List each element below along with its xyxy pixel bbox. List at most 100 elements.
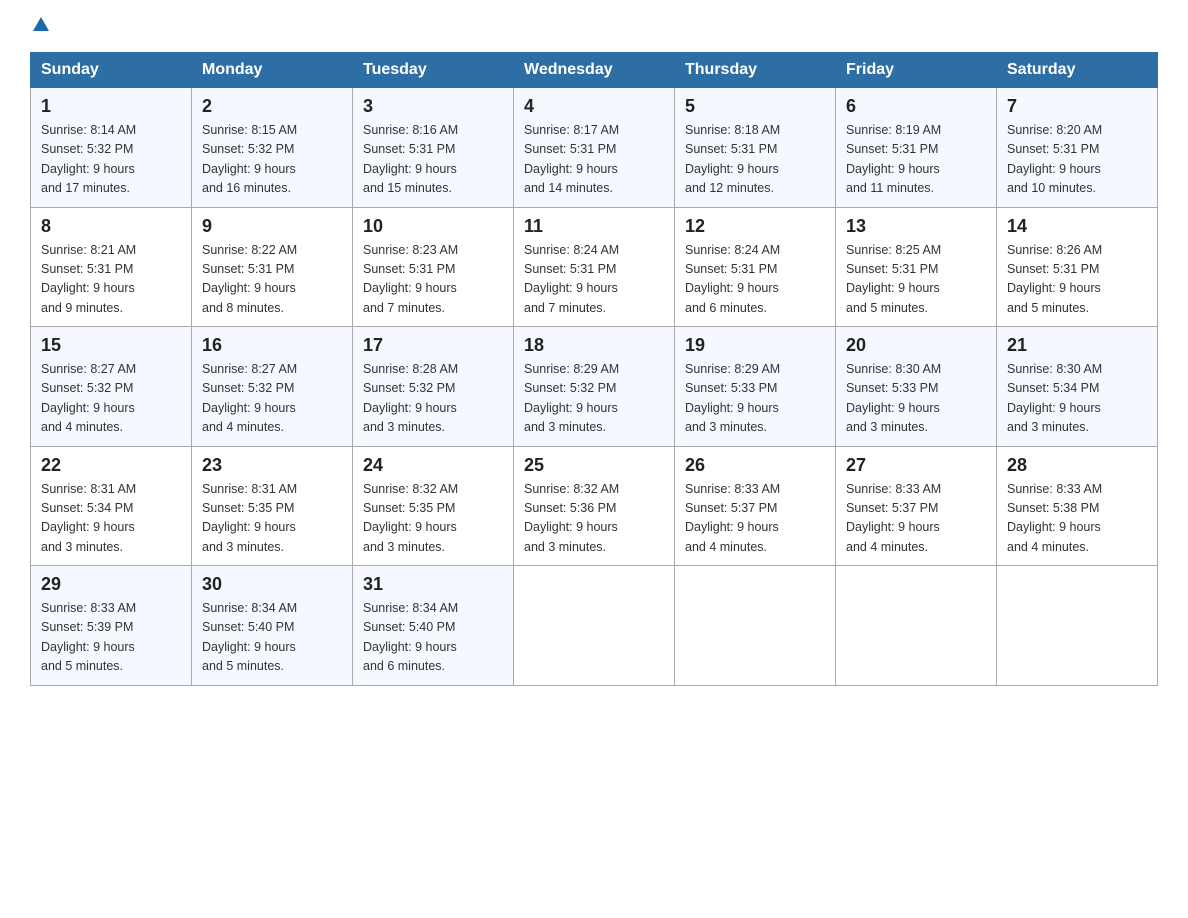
day-info: Sunrise: 8:24 AMSunset: 5:31 PMDaylight:… (524, 243, 619, 315)
calendar-table: SundayMondayTuesdayWednesdayThursdayFrid… (30, 52, 1158, 686)
day-info: Sunrise: 8:25 AMSunset: 5:31 PMDaylight:… (846, 243, 941, 315)
header-wednesday: Wednesday (514, 53, 675, 88)
day-number: 10 (363, 216, 503, 237)
day-number: 8 (41, 216, 181, 237)
day-number: 22 (41, 455, 181, 476)
day-number: 3 (363, 96, 503, 117)
calendar-cell: 30 Sunrise: 8:34 AMSunset: 5:40 PMDaylig… (192, 566, 353, 686)
calendar-week-row: 15 Sunrise: 8:27 AMSunset: 5:32 PMDaylig… (31, 327, 1158, 447)
day-number: 19 (685, 335, 825, 356)
day-info: Sunrise: 8:27 AMSunset: 5:32 PMDaylight:… (202, 362, 297, 434)
day-number: 30 (202, 574, 342, 595)
calendar-cell: 24 Sunrise: 8:32 AMSunset: 5:35 PMDaylig… (353, 446, 514, 566)
calendar-cell: 11 Sunrise: 8:24 AMSunset: 5:31 PMDaylig… (514, 207, 675, 327)
calendar-cell: 20 Sunrise: 8:30 AMSunset: 5:33 PMDaylig… (836, 327, 997, 447)
header-tuesday: Tuesday (353, 53, 514, 88)
day-info: Sunrise: 8:16 AMSunset: 5:31 PMDaylight:… (363, 123, 458, 195)
calendar-cell (514, 566, 675, 686)
day-info: Sunrise: 8:32 AMSunset: 5:36 PMDaylight:… (524, 482, 619, 554)
day-number: 28 (1007, 455, 1147, 476)
day-number: 6 (846, 96, 986, 117)
day-number: 11 (524, 216, 664, 237)
calendar-cell: 12 Sunrise: 8:24 AMSunset: 5:31 PMDaylig… (675, 207, 836, 327)
day-number: 23 (202, 455, 342, 476)
calendar-cell: 25 Sunrise: 8:32 AMSunset: 5:36 PMDaylig… (514, 446, 675, 566)
day-info: Sunrise: 8:24 AMSunset: 5:31 PMDaylight:… (685, 243, 780, 315)
day-info: Sunrise: 8:14 AMSunset: 5:32 PMDaylight:… (41, 123, 136, 195)
calendar-cell: 18 Sunrise: 8:29 AMSunset: 5:32 PMDaylig… (514, 327, 675, 447)
day-number: 16 (202, 335, 342, 356)
day-info: Sunrise: 8:23 AMSunset: 5:31 PMDaylight:… (363, 243, 458, 315)
header-monday: Monday (192, 53, 353, 88)
day-number: 20 (846, 335, 986, 356)
calendar-cell: 23 Sunrise: 8:31 AMSunset: 5:35 PMDaylig… (192, 446, 353, 566)
day-number: 9 (202, 216, 342, 237)
calendar-cell: 7 Sunrise: 8:20 AMSunset: 5:31 PMDayligh… (997, 88, 1158, 208)
day-info: Sunrise: 8:19 AMSunset: 5:31 PMDaylight:… (846, 123, 941, 195)
day-number: 21 (1007, 335, 1147, 356)
day-info: Sunrise: 8:21 AMSunset: 5:31 PMDaylight:… (41, 243, 136, 315)
day-number: 26 (685, 455, 825, 476)
day-number: 12 (685, 216, 825, 237)
day-number: 13 (846, 216, 986, 237)
calendar-cell: 26 Sunrise: 8:33 AMSunset: 5:37 PMDaylig… (675, 446, 836, 566)
header-friday: Friday (836, 53, 997, 88)
day-info: Sunrise: 8:30 AMSunset: 5:34 PMDaylight:… (1007, 362, 1102, 434)
day-number: 17 (363, 335, 503, 356)
calendar-cell: 6 Sunrise: 8:19 AMSunset: 5:31 PMDayligh… (836, 88, 997, 208)
calendar-cell: 4 Sunrise: 8:17 AMSunset: 5:31 PMDayligh… (514, 88, 675, 208)
calendar-week-row: 1 Sunrise: 8:14 AMSunset: 5:32 PMDayligh… (31, 88, 1158, 208)
calendar-week-row: 22 Sunrise: 8:31 AMSunset: 5:34 PMDaylig… (31, 446, 1158, 566)
calendar-cell (675, 566, 836, 686)
day-info: Sunrise: 8:31 AMSunset: 5:35 PMDaylight:… (202, 482, 297, 554)
calendar-cell: 21 Sunrise: 8:30 AMSunset: 5:34 PMDaylig… (997, 327, 1158, 447)
page-header (30, 20, 1158, 34)
day-number: 27 (846, 455, 986, 476)
day-info: Sunrise: 8:17 AMSunset: 5:31 PMDaylight:… (524, 123, 619, 195)
calendar-cell: 10 Sunrise: 8:23 AMSunset: 5:31 PMDaylig… (353, 207, 514, 327)
calendar-cell: 15 Sunrise: 8:27 AMSunset: 5:32 PMDaylig… (31, 327, 192, 447)
day-info: Sunrise: 8:32 AMSunset: 5:35 PMDaylight:… (363, 482, 458, 554)
calendar-cell: 2 Sunrise: 8:15 AMSunset: 5:32 PMDayligh… (192, 88, 353, 208)
header-sunday: Sunday (31, 53, 192, 88)
header-saturday: Saturday (997, 53, 1158, 88)
day-info: Sunrise: 8:29 AMSunset: 5:32 PMDaylight:… (524, 362, 619, 434)
calendar-cell: 22 Sunrise: 8:31 AMSunset: 5:34 PMDaylig… (31, 446, 192, 566)
calendar-cell: 3 Sunrise: 8:16 AMSunset: 5:31 PMDayligh… (353, 88, 514, 208)
calendar-cell: 8 Sunrise: 8:21 AMSunset: 5:31 PMDayligh… (31, 207, 192, 327)
day-info: Sunrise: 8:26 AMSunset: 5:31 PMDaylight:… (1007, 243, 1102, 315)
day-info: Sunrise: 8:34 AMSunset: 5:40 PMDaylight:… (202, 601, 297, 673)
calendar-week-row: 8 Sunrise: 8:21 AMSunset: 5:31 PMDayligh… (31, 207, 1158, 327)
day-number: 14 (1007, 216, 1147, 237)
day-info: Sunrise: 8:33 AMSunset: 5:37 PMDaylight:… (685, 482, 780, 554)
day-number: 15 (41, 335, 181, 356)
calendar-cell: 14 Sunrise: 8:26 AMSunset: 5:31 PMDaylig… (997, 207, 1158, 327)
calendar-cell: 19 Sunrise: 8:29 AMSunset: 5:33 PMDaylig… (675, 327, 836, 447)
day-number: 29 (41, 574, 181, 595)
calendar-cell (836, 566, 997, 686)
calendar-cell: 16 Sunrise: 8:27 AMSunset: 5:32 PMDaylig… (192, 327, 353, 447)
day-number: 18 (524, 335, 664, 356)
calendar-cell: 13 Sunrise: 8:25 AMSunset: 5:31 PMDaylig… (836, 207, 997, 327)
calendar-cell: 28 Sunrise: 8:33 AMSunset: 5:38 PMDaylig… (997, 446, 1158, 566)
day-info: Sunrise: 8:33 AMSunset: 5:39 PMDaylight:… (41, 601, 136, 673)
day-info: Sunrise: 8:15 AMSunset: 5:32 PMDaylight:… (202, 123, 297, 195)
day-info: Sunrise: 8:20 AMSunset: 5:31 PMDaylight:… (1007, 123, 1102, 195)
header-thursday: Thursday (675, 53, 836, 88)
day-info: Sunrise: 8:33 AMSunset: 5:38 PMDaylight:… (1007, 482, 1102, 554)
calendar-cell: 5 Sunrise: 8:18 AMSunset: 5:31 PMDayligh… (675, 88, 836, 208)
day-number: 25 (524, 455, 664, 476)
day-info: Sunrise: 8:30 AMSunset: 5:33 PMDaylight:… (846, 362, 941, 434)
day-number: 1 (41, 96, 181, 117)
day-info: Sunrise: 8:31 AMSunset: 5:34 PMDaylight:… (41, 482, 136, 554)
day-number: 5 (685, 96, 825, 117)
day-info: Sunrise: 8:29 AMSunset: 5:33 PMDaylight:… (685, 362, 780, 434)
day-info: Sunrise: 8:33 AMSunset: 5:37 PMDaylight:… (846, 482, 941, 554)
calendar-cell: 27 Sunrise: 8:33 AMSunset: 5:37 PMDaylig… (836, 446, 997, 566)
calendar-header-row: SundayMondayTuesdayWednesdayThursdayFrid… (31, 53, 1158, 88)
day-info: Sunrise: 8:28 AMSunset: 5:32 PMDaylight:… (363, 362, 458, 434)
calendar-cell: 9 Sunrise: 8:22 AMSunset: 5:31 PMDayligh… (192, 207, 353, 327)
logo-triangle-icon (33, 17, 49, 31)
calendar-cell: 29 Sunrise: 8:33 AMSunset: 5:39 PMDaylig… (31, 566, 192, 686)
day-number: 7 (1007, 96, 1147, 117)
